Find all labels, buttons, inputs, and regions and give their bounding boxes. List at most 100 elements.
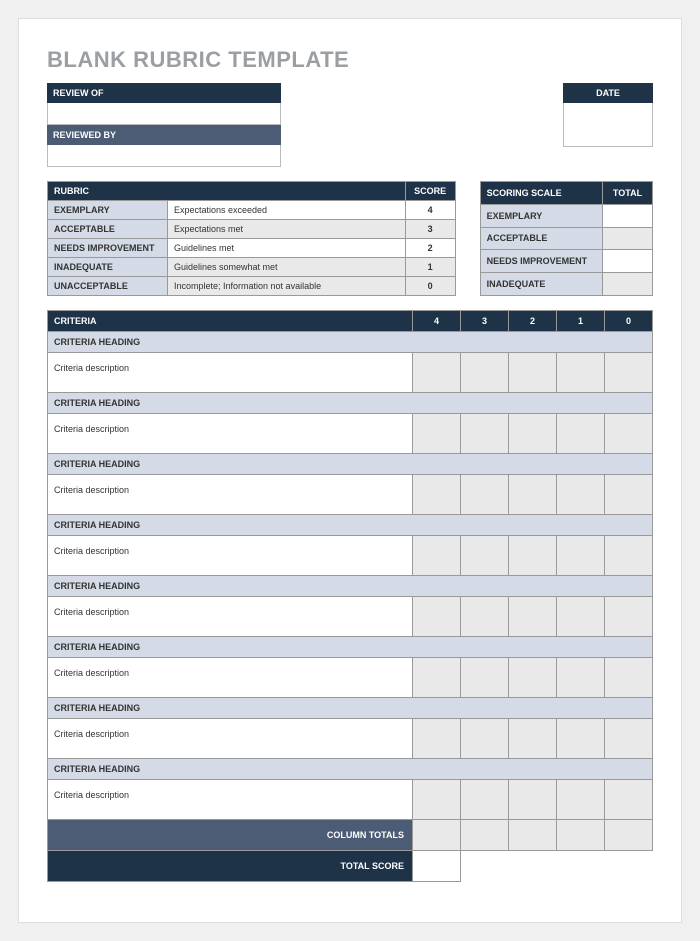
- criteria-cell[interactable]: [557, 475, 605, 515]
- scoring-header-row: SCORING SCALE TOTAL: [480, 182, 652, 205]
- total-score-row: TOTAL SCORE: [48, 851, 653, 882]
- criteria-cell[interactable]: [413, 658, 461, 698]
- rubric-row: ACCEPTABLE Expectations met 3: [48, 220, 456, 239]
- criteria-cell[interactable]: [557, 719, 605, 759]
- criteria-cell[interactable]: [413, 719, 461, 759]
- scoring-total[interactable]: [603, 273, 653, 296]
- criteria-heading: CRITERIA HEADING: [48, 759, 653, 780]
- criteria-desc-row: Criteria description: [48, 719, 653, 759]
- criteria-heading-row: CRITERIA HEADING: [48, 515, 653, 536]
- criteria-cell[interactable]: [509, 597, 557, 637]
- column-totals-label: COLUMN TOTALS: [48, 820, 413, 851]
- criteria-heading-row: CRITERIA HEADING: [48, 454, 653, 475]
- date-input[interactable]: [563, 103, 653, 147]
- criteria-cell[interactable]: [461, 353, 509, 393]
- column-total-cell[interactable]: [605, 820, 653, 851]
- criteria-cell[interactable]: [557, 597, 605, 637]
- scoring-total[interactable]: [603, 227, 653, 250]
- criteria-cell[interactable]: [461, 719, 509, 759]
- criteria-cell[interactable]: [605, 597, 653, 637]
- criteria-heading: CRITERIA HEADING: [48, 332, 653, 353]
- column-total-cell[interactable]: [557, 820, 605, 851]
- rubric-level: UNACCEPTABLE: [48, 277, 168, 296]
- total-header: TOTAL: [603, 182, 653, 205]
- rubric-row: NEEDS IMPROVEMENT Guidelines met 2: [48, 239, 456, 258]
- rubric-desc: Guidelines somewhat met: [168, 258, 406, 277]
- rubric-desc: Expectations met: [168, 220, 406, 239]
- criteria-cell[interactable]: [557, 414, 605, 454]
- criteria-cell[interactable]: [509, 719, 557, 759]
- criteria-cell[interactable]: [557, 780, 605, 820]
- criteria-cell[interactable]: [509, 475, 557, 515]
- criteria-heading-row: CRITERIA HEADING: [48, 393, 653, 414]
- page-title: BLANK RUBRIC TEMPLATE: [47, 47, 653, 73]
- criteria-cell[interactable]: [413, 414, 461, 454]
- criteria-cell[interactable]: [605, 780, 653, 820]
- criteria-heading: CRITERIA HEADING: [48, 393, 653, 414]
- rubric-level: EXEMPLARY: [48, 201, 168, 220]
- scoring-row: INADEQUATE: [480, 273, 652, 296]
- scoring-row: ACCEPTABLE: [480, 227, 652, 250]
- left-fields: REVIEW OF REVIEWED BY: [47, 83, 281, 167]
- total-score-cell[interactable]: [413, 851, 461, 882]
- criteria-desc-row: Criteria description: [48, 475, 653, 515]
- rubric-row: UNACCEPTABLE Incomplete; Information not…: [48, 277, 456, 296]
- rubric-header-row: RUBRIC SCORE: [48, 182, 456, 201]
- review-of-label: REVIEW OF: [47, 83, 281, 103]
- criteria-cell[interactable]: [557, 536, 605, 576]
- criteria-cell[interactable]: [509, 353, 557, 393]
- criteria-desc: Criteria description: [48, 353, 413, 393]
- empty-trail: [461, 851, 653, 882]
- criteria-desc: Criteria description: [48, 475, 413, 515]
- criteria-cell[interactable]: [509, 780, 557, 820]
- criteria-cell[interactable]: [509, 536, 557, 576]
- review-of-input[interactable]: [47, 103, 281, 125]
- rubric-level: ACCEPTABLE: [48, 220, 168, 239]
- rubric-level: NEEDS IMPROVEMENT: [48, 239, 168, 258]
- rubric-score: 0: [405, 277, 455, 296]
- criteria-cell[interactable]: [509, 658, 557, 698]
- rubric-score: 4: [405, 201, 455, 220]
- criteria-cell[interactable]: [605, 536, 653, 576]
- criteria-cell[interactable]: [413, 353, 461, 393]
- column-total-cell[interactable]: [509, 820, 557, 851]
- scoring-total[interactable]: [603, 250, 653, 273]
- date-block: DATE: [563, 83, 653, 167]
- rubric-template-page: BLANK RUBRIC TEMPLATE REVIEW OF REVIEWED…: [18, 18, 682, 923]
- criteria-desc-row: Criteria description: [48, 414, 653, 454]
- column-total-cell[interactable]: [461, 820, 509, 851]
- reviewed-by-label: REVIEWED BY: [47, 125, 281, 145]
- criteria-cell[interactable]: [461, 475, 509, 515]
- criteria-cell[interactable]: [509, 414, 557, 454]
- rubric-desc: Expectations exceeded: [168, 201, 406, 220]
- criteria-cell[interactable]: [413, 475, 461, 515]
- criteria-heading: CRITERIA HEADING: [48, 454, 653, 475]
- criteria-cell[interactable]: [413, 597, 461, 637]
- rubric-score: 3: [405, 220, 455, 239]
- scoring-row: NEEDS IMPROVEMENT: [480, 250, 652, 273]
- scoring-level: ACCEPTABLE: [480, 227, 602, 250]
- reviewed-by-input[interactable]: [47, 145, 281, 167]
- criteria-cell[interactable]: [461, 414, 509, 454]
- scoring-level: INADEQUATE: [480, 273, 602, 296]
- criteria-heading: CRITERIA HEADING: [48, 637, 653, 658]
- top-fields-row: REVIEW OF REVIEWED BY DATE: [47, 83, 653, 167]
- criteria-cell[interactable]: [605, 658, 653, 698]
- criteria-cell[interactable]: [605, 353, 653, 393]
- criteria-cell[interactable]: [461, 780, 509, 820]
- criteria-cell[interactable]: [605, 719, 653, 759]
- criteria-cell[interactable]: [461, 597, 509, 637]
- scoring-row: EXEMPLARY: [480, 204, 652, 227]
- column-total-cell[interactable]: [413, 820, 461, 851]
- criteria-cell[interactable]: [461, 536, 509, 576]
- criteria-cell[interactable]: [461, 658, 509, 698]
- criteria-cell[interactable]: [605, 475, 653, 515]
- criteria-desc: Criteria description: [48, 780, 413, 820]
- criteria-cell[interactable]: [605, 414, 653, 454]
- criteria-cell[interactable]: [413, 780, 461, 820]
- criteria-cell[interactable]: [557, 353, 605, 393]
- criteria-cell[interactable]: [557, 658, 605, 698]
- criteria-cell[interactable]: [413, 536, 461, 576]
- criteria-desc-row: Criteria description: [48, 597, 653, 637]
- scoring-total[interactable]: [603, 204, 653, 227]
